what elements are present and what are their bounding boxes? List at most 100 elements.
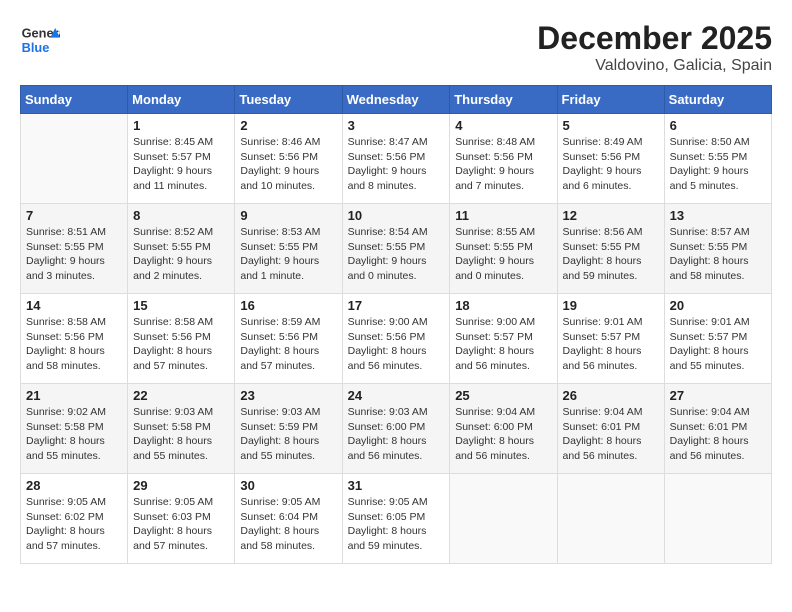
calendar-cell: 23 Sunrise: 9:03 AMSunset: 5:59 PMDayligh… (235, 384, 342, 474)
calendar-cell: 2 Sunrise: 8:46 AMSunset: 5:56 PMDaylight… (235, 114, 342, 204)
day-info: Sunrise: 9:03 AMSunset: 5:58 PMDaylight:… (133, 405, 229, 464)
day-info: Sunrise: 8:48 AMSunset: 5:56 PMDaylight:… (455, 135, 551, 194)
day-info: Sunrise: 9:05 AMSunset: 6:04 PMDaylight:… (240, 495, 336, 554)
calendar-cell: 19 Sunrise: 9:01 AMSunset: 5:57 PMDayligh… (557, 294, 664, 384)
weekday-header-tuesday: Tuesday (235, 86, 342, 114)
day-number: 2 (240, 118, 336, 133)
day-number: 24 (348, 388, 445, 403)
day-info: Sunrise: 9:00 AMSunset: 5:57 PMDaylight:… (455, 315, 551, 374)
day-number: 23 (240, 388, 336, 403)
day-number: 14 (26, 298, 122, 313)
calendar-cell: 5Sunrise: 8:49 AMSunset: 5:56 PMDaylight… (557, 114, 664, 204)
day-number: 27 (670, 388, 766, 403)
calendar-cell: 4 Sunrise: 8:48 AMSunset: 5:56 PMDaylight… (450, 114, 557, 204)
day-info: Sunrise: 9:03 AMSunset: 5:59 PMDaylight:… (240, 405, 336, 464)
day-number: 20 (670, 298, 766, 313)
calendar-cell: 9Sunrise: 8:53 AMSunset: 5:55 PMDaylight… (235, 204, 342, 294)
calendar-cell: 6 Sunrise: 8:50 AMSunset: 5:55 PMDaylight… (664, 114, 771, 204)
day-info: Sunrise: 9:02 AMSunset: 5:58 PMDaylight:… (26, 405, 122, 464)
day-number: 8 (133, 208, 229, 223)
day-info: Sunrise: 8:50 AMSunset: 5:55 PMDaylight:… (670, 135, 766, 194)
calendar-cell: 13 Sunrise: 8:57 AMSunset: 5:55 PMDayligh… (664, 204, 771, 294)
day-number: 29 (133, 478, 229, 493)
calendar-cell: 12 Sunrise: 8:56 AMSunset: 5:55 PMDayligh… (557, 204, 664, 294)
calendar-cell: 3Sunrise: 8:47 AMSunset: 5:56 PMDaylight… (342, 114, 450, 204)
day-info: Sunrise: 8:54 AMSunset: 5:55 PMDaylight:… (348, 225, 445, 284)
weekday-header-thursday: Thursday (450, 86, 557, 114)
day-info: Sunrise: 8:46 AMSunset: 5:56 PMDaylight:… (240, 135, 336, 194)
day-number: 6 (670, 118, 766, 133)
calendar-week-row: 14 Sunrise: 8:58 AMSunset: 5:56 PMDayligh… (21, 294, 772, 384)
calendar-cell: 15Sunrise: 8:58 AMSunset: 5:56 PMDayligh… (128, 294, 235, 384)
day-number: 19 (563, 298, 659, 313)
calendar-cell: 20 Sunrise: 9:01 AMSunset: 5:57 PMDayligh… (664, 294, 771, 384)
calendar-cell: 17 Sunrise: 9:00 AMSunset: 5:56 PMDayligh… (342, 294, 450, 384)
weekday-header-saturday: Saturday (664, 86, 771, 114)
day-number: 25 (455, 388, 551, 403)
day-info: Sunrise: 9:05 AMSunset: 6:03 PMDaylight:… (133, 495, 229, 554)
calendar-table: SundayMondayTuesdayWednesdayThursdayFrid… (20, 85, 772, 564)
calendar-cell: 11Sunrise: 8:55 AMSunset: 5:55 PMDayligh… (450, 204, 557, 294)
calendar-cell (664, 474, 771, 564)
day-number: 9 (240, 208, 336, 223)
weekday-header-wednesday: Wednesday (342, 86, 450, 114)
day-number: 21 (26, 388, 122, 403)
calendar-week-row: 7 Sunrise: 8:51 AMSunset: 5:55 PMDaylight… (21, 204, 772, 294)
calendar-cell: 24Sunrise: 9:03 AMSunset: 6:00 PMDayligh… (342, 384, 450, 474)
calendar-cell: 14 Sunrise: 8:58 AMSunset: 5:56 PMDayligh… (21, 294, 128, 384)
day-info: Sunrise: 8:58 AMSunset: 5:56 PMDaylight:… (133, 315, 229, 374)
day-info: Sunrise: 8:56 AMSunset: 5:55 PMDaylight:… (563, 225, 659, 284)
day-info: Sunrise: 8:58 AMSunset: 5:56 PMDaylight:… (26, 315, 122, 374)
day-number: 31 (348, 478, 445, 493)
day-number: 7 (26, 208, 122, 223)
weekday-header-friday: Friday (557, 86, 664, 114)
day-info: Sunrise: 8:45 AMSunset: 5:57 PMDaylight:… (133, 135, 229, 194)
weekday-header-row: SundayMondayTuesdayWednesdayThursdayFrid… (21, 86, 772, 114)
day-number: 3 (348, 118, 445, 133)
calendar-cell: 10 Sunrise: 8:54 AMSunset: 5:55 PMDayligh… (342, 204, 450, 294)
day-info: Sunrise: 9:04 AMSunset: 6:01 PMDaylight:… (670, 405, 766, 464)
day-number: 17 (348, 298, 445, 313)
day-info: Sunrise: 8:57 AMSunset: 5:55 PMDaylight:… (670, 225, 766, 284)
svg-text:Blue: Blue (22, 40, 50, 55)
logo-icon: General Blue (20, 20, 60, 60)
calendar-week-row: 1Sunrise: 8:45 AMSunset: 5:57 PMDaylight… (21, 114, 772, 204)
calendar-cell: 22 Sunrise: 9:03 AMSunset: 5:58 PMDayligh… (128, 384, 235, 474)
calendar-cell (21, 114, 128, 204)
day-info: Sunrise: 8:59 AMSunset: 5:56 PMDaylight:… (240, 315, 336, 374)
calendar-cell: 29 Sunrise: 9:05 AMSunset: 6:03 PMDayligh… (128, 474, 235, 564)
day-number: 26 (563, 388, 659, 403)
day-info: Sunrise: 9:01 AMSunset: 5:57 PMDaylight:… (563, 315, 659, 374)
weekday-header-monday: Monday (128, 86, 235, 114)
calendar-cell: 21 Sunrise: 9:02 AMSunset: 5:58 PMDayligh… (21, 384, 128, 474)
day-number: 22 (133, 388, 229, 403)
calendar-cell: 16 Sunrise: 8:59 AMSunset: 5:56 PMDayligh… (235, 294, 342, 384)
calendar-cell: 27 Sunrise: 9:04 AMSunset: 6:01 PMDayligh… (664, 384, 771, 474)
logo: General Blue (20, 20, 64, 60)
day-number: 28 (26, 478, 122, 493)
day-number: 13 (670, 208, 766, 223)
calendar-cell: 8Sunrise: 8:52 AMSunset: 5:55 PMDaylight… (128, 204, 235, 294)
calendar-cell: 25 Sunrise: 9:04 AMSunset: 6:00 PMDayligh… (450, 384, 557, 474)
calendar-cell: 30Sunrise: 9:05 AMSunset: 6:04 PMDayligh… (235, 474, 342, 564)
day-info: Sunrise: 9:04 AMSunset: 6:00 PMDaylight:… (455, 405, 551, 464)
day-number: 4 (455, 118, 551, 133)
calendar-cell: 26Sunrise: 9:04 AMSunset: 6:01 PMDayligh… (557, 384, 664, 474)
day-info: Sunrise: 9:00 AMSunset: 5:56 PMDaylight:… (348, 315, 445, 374)
day-info: Sunrise: 8:49 AMSunset: 5:56 PMDaylight:… (563, 135, 659, 194)
weekday-header-sunday: Sunday (21, 86, 128, 114)
day-number: 12 (563, 208, 659, 223)
calendar-cell: 1Sunrise: 8:45 AMSunset: 5:57 PMDaylight… (128, 114, 235, 204)
day-info: Sunrise: 9:01 AMSunset: 5:57 PMDaylight:… (670, 315, 766, 374)
calendar-cell (450, 474, 557, 564)
day-info: Sunrise: 8:51 AMSunset: 5:55 PMDaylight:… (26, 225, 122, 284)
day-number: 16 (240, 298, 336, 313)
day-number: 10 (348, 208, 445, 223)
month-title: December 2025 (537, 20, 772, 57)
calendar-week-row: 28Sunrise: 9:05 AMSunset: 6:02 PMDayligh… (21, 474, 772, 564)
calendar-week-row: 21 Sunrise: 9:02 AMSunset: 5:58 PMDayligh… (21, 384, 772, 474)
calendar-cell (557, 474, 664, 564)
calendar-cell: 31Sunrise: 9:05 AMSunset: 6:05 PMDayligh… (342, 474, 450, 564)
location-subtitle: Valdovino, Galicia, Spain (537, 57, 772, 75)
day-info: Sunrise: 8:55 AMSunset: 5:55 PMDaylight:… (455, 225, 551, 284)
